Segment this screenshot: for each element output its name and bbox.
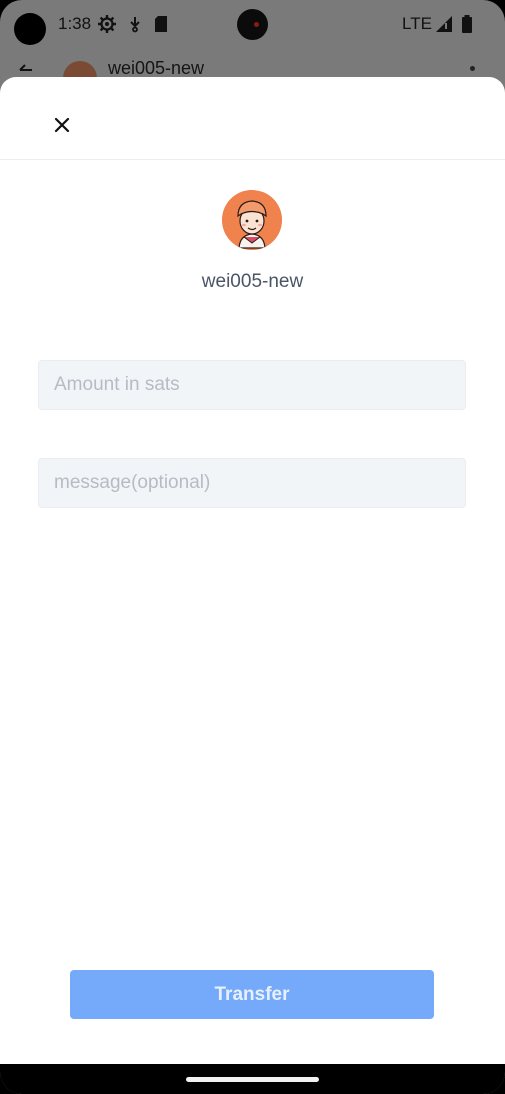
contact-name: wei005-new — [108, 58, 205, 78]
front-sensor — [14, 13, 46, 45]
phone-screen: 1:38 LTE wei005-new wei005-new Amount in… — [0, 0, 505, 1094]
status-bar: 1:38 LTE — [0, 0, 505, 48]
home-indicator[interactable] — [186, 1077, 319, 1082]
message-input[interactable] — [38, 458, 466, 508]
transfer-button[interactable]: Transfer — [70, 970, 434, 1019]
recipient-name: wei005-new — [201, 271, 304, 292]
system-nav-bar — [0, 1064, 505, 1094]
battery-icon — [462, 15, 472, 33]
sheet-header — [0, 77, 505, 160]
close-icon[interactable] — [47, 110, 77, 140]
download-icon — [130, 17, 140, 33]
transfer-sheet: wei005-new Transfer — [0, 77, 505, 1064]
amount-input[interactable] — [38, 360, 466, 410]
network-type: LTE — [402, 14, 432, 33]
back-arrow-icon[interactable] — [18, 62, 34, 78]
more-options-icon[interactable] — [470, 66, 475, 71]
cartoon-avatar-icon — [222, 190, 282, 250]
sd-card-icon — [155, 16, 167, 32]
status-time: 1:38 — [58, 14, 92, 33]
settings-gear-icon — [98, 15, 116, 33]
signal-icon — [436, 16, 452, 32]
recipient-avatar — [222, 190, 282, 250]
front-camera — [237, 9, 268, 40]
